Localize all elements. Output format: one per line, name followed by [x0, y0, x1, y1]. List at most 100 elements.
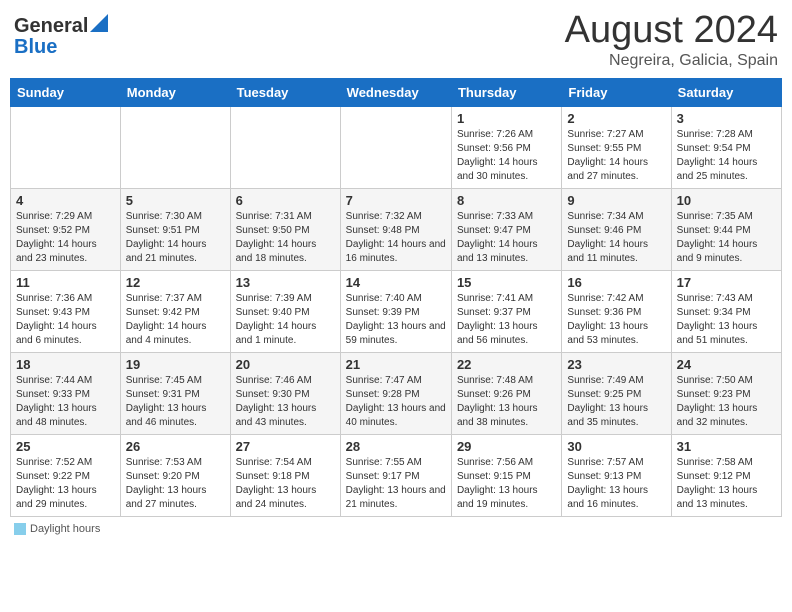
day-info: Sunrise: 7:44 AM Sunset: 9:33 PM Dayligh… — [16, 374, 115, 430]
day-number: 21 — [346, 357, 446, 372]
calendar-cell — [230, 106, 340, 188]
calendar-cell: 28 Sunrise: 7:55 AM Sunset: 9:17 PM Dayli… — [340, 434, 451, 516]
calendar-cell: 26 Sunrise: 7:53 AM Sunset: 9:20 PM Dayli… — [120, 434, 230, 516]
day-number: 16 — [567, 275, 665, 290]
calendar-week-row: 1 Sunrise: 7:26 AM Sunset: 9:56 PM Daylig… — [11, 106, 782, 188]
day-info: Sunrise: 7:53 AM Sunset: 9:20 PM Dayligh… — [126, 456, 225, 512]
calendar-cell — [11, 106, 121, 188]
calendar-cell: 30 Sunrise: 7:57 AM Sunset: 9:13 PM Dayli… — [562, 434, 671, 516]
calendar-cell: 12 Sunrise: 7:37 AM Sunset: 9:42 PM Dayli… — [120, 270, 230, 352]
day-number: 4 — [16, 193, 115, 208]
day-number: 24 — [677, 357, 776, 372]
day-number: 18 — [16, 357, 115, 372]
day-info: Sunrise: 7:42 AM Sunset: 9:36 PM Dayligh… — [567, 292, 665, 348]
calendar-cell: 4 Sunrise: 7:29 AM Sunset: 9:52 PM Daylig… — [11, 188, 121, 270]
calendar-cell: 10Sunrise: 7:35 AM Sunset: 9:44 PM Dayli… — [671, 188, 781, 270]
day-number: 5 — [126, 193, 225, 208]
title-section: August 2024 Negreira, Galicia, Spain — [565, 10, 778, 70]
header-monday: Monday — [120, 78, 230, 106]
calendar-cell: 29Sunrise: 7:56 AM Sunset: 9:15 PM Dayli… — [451, 434, 561, 516]
day-number: 30 — [567, 439, 665, 454]
calendar-cell: 16 Sunrise: 7:42 AM Sunset: 9:36 PM Dayli… — [562, 270, 671, 352]
day-info: Sunrise: 7:39 AM Sunset: 9:40 PM Dayligh… — [236, 292, 335, 348]
calendar-cell: 20 Sunrise: 7:46 AM Sunset: 9:30 PM Dayli… — [230, 352, 340, 434]
day-number: 15 — [457, 275, 556, 290]
calendar-week-row: 25 Sunrise: 7:52 AM Sunset: 9:22 PM Dayli… — [11, 434, 782, 516]
day-number: 19 — [126, 357, 225, 372]
day-number: 2 — [567, 111, 665, 126]
day-info: Sunrise: 7:30 AM Sunset: 9:51 PM Dayligh… — [126, 210, 225, 266]
page-header: General Blue August 2024 Negreira, Galic… — [10, 10, 782, 70]
day-info: Sunrise: 7:41 AM Sunset: 9:37 PM Dayligh… — [457, 292, 556, 348]
day-info: Sunrise: 7:55 AM Sunset: 9:17 PM Dayligh… — [346, 456, 446, 512]
day-number: 1 — [457, 111, 556, 126]
day-info: Sunrise: 7:31 AM Sunset: 9:50 PM Dayligh… — [236, 210, 335, 266]
calendar-cell: 5 Sunrise: 7:30 AM Sunset: 9:51 PM Daylig… — [120, 188, 230, 270]
day-number: 17 — [677, 275, 776, 290]
day-info: Sunrise: 7:46 AM Sunset: 9:30 PM Dayligh… — [236, 374, 335, 430]
day-number: 7 — [346, 193, 446, 208]
location: Negreira, Galicia, Spain — [565, 52, 778, 70]
day-info: Sunrise: 7:57 AM Sunset: 9:13 PM Dayligh… — [567, 456, 665, 512]
calendar-cell: 17 Sunrise: 7:43 AM Sunset: 9:34 PM Dayli… — [671, 270, 781, 352]
calendar-week-row: 4 Sunrise: 7:29 AM Sunset: 9:52 PM Daylig… — [11, 188, 782, 270]
day-info: Sunrise: 7:58 AM Sunset: 9:12 PM Dayligh… — [677, 456, 776, 512]
day-number: 28 — [346, 439, 446, 454]
calendar-cell: 19 Sunrise: 7:45 AM Sunset: 9:31 PM Dayli… — [120, 352, 230, 434]
day-info: Sunrise: 7:40 AM Sunset: 9:39 PM Dayligh… — [346, 292, 446, 348]
calendar-cell: 11Sunrise: 7:36 AM Sunset: 9:43 PM Dayli… — [11, 270, 121, 352]
day-info: Sunrise: 7:35 AM Sunset: 9:44 PM Dayligh… — [677, 210, 776, 266]
calendar-cell: 18 Sunrise: 7:44 AM Sunset: 9:33 PM Dayli… — [11, 352, 121, 434]
calendar-cell — [120, 106, 230, 188]
day-info: Sunrise: 7:43 AM Sunset: 9:34 PM Dayligh… — [677, 292, 776, 348]
day-number: 26 — [126, 439, 225, 454]
month-title: August 2024 — [565, 10, 778, 52]
day-number: 31 — [677, 439, 776, 454]
calendar-footer: Daylight hours — [10, 523, 782, 535]
calendar-cell: 2 Sunrise: 7:27 AM Sunset: 9:55 PM Daylig… — [562, 106, 671, 188]
day-number: 22 — [457, 357, 556, 372]
day-info: Sunrise: 7:26 AM Sunset: 9:56 PM Dayligh… — [457, 128, 556, 184]
day-number: 8 — [457, 193, 556, 208]
logo-triangle-icon — [90, 14, 108, 32]
day-info: Sunrise: 7:52 AM Sunset: 9:22 PM Dayligh… — [16, 456, 115, 512]
logo: General Blue — [14, 14, 108, 57]
logo-blue: Blue — [14, 37, 57, 57]
calendar-cell: 25 Sunrise: 7:52 AM Sunset: 9:22 PM Dayli… — [11, 434, 121, 516]
day-info: Sunrise: 7:33 AM Sunset: 9:47 PM Dayligh… — [457, 210, 556, 266]
day-number: 20 — [236, 357, 335, 372]
header-tuesday: Tuesday — [230, 78, 340, 106]
day-number: 29 — [457, 439, 556, 454]
day-info: Sunrise: 7:37 AM Sunset: 9:42 PM Dayligh… — [126, 292, 225, 348]
daylight-icon — [14, 523, 26, 535]
header-friday: Friday — [562, 78, 671, 106]
calendar-cell: 13Sunrise: 7:39 AM Sunset: 9:40 PM Dayli… — [230, 270, 340, 352]
calendar-table: SundayMondayTuesdayWednesdayThursdayFrid… — [10, 78, 782, 517]
day-info: Sunrise: 7:47 AM Sunset: 9:28 PM Dayligh… — [346, 374, 446, 430]
day-info: Sunrise: 7:50 AM Sunset: 9:23 PM Dayligh… — [677, 374, 776, 430]
header-saturday: Saturday — [671, 78, 781, 106]
day-number: 27 — [236, 439, 335, 454]
day-info: Sunrise: 7:27 AM Sunset: 9:55 PM Dayligh… — [567, 128, 665, 184]
day-info: Sunrise: 7:45 AM Sunset: 9:31 PM Dayligh… — [126, 374, 225, 430]
day-info: Sunrise: 7:34 AM Sunset: 9:46 PM Dayligh… — [567, 210, 665, 266]
daylight-legend: Daylight hours — [14, 523, 100, 535]
day-info: Sunrise: 7:32 AM Sunset: 9:48 PM Dayligh… — [346, 210, 446, 266]
calendar-cell: 15 Sunrise: 7:41 AM Sunset: 9:37 PM Dayli… — [451, 270, 561, 352]
calendar-cell — [340, 106, 451, 188]
calendar-cell: 23Sunrise: 7:49 AM Sunset: 9:25 PM Dayli… — [562, 352, 671, 434]
day-info: Sunrise: 7:29 AM Sunset: 9:52 PM Dayligh… — [16, 210, 115, 266]
day-number: 9 — [567, 193, 665, 208]
day-info: Sunrise: 7:49 AM Sunset: 9:25 PM Dayligh… — [567, 374, 665, 430]
day-number: 11 — [16, 275, 115, 290]
day-number: 25 — [16, 439, 115, 454]
daylight-label: Daylight hours — [30, 523, 100, 535]
calendar-week-row: 11Sunrise: 7:36 AM Sunset: 9:43 PM Dayli… — [11, 270, 782, 352]
calendar-cell: 27Sunrise: 7:54 AM Sunset: 9:18 PM Dayli… — [230, 434, 340, 516]
day-info: Sunrise: 7:28 AM Sunset: 9:54 PM Dayligh… — [677, 128, 776, 184]
day-number: 12 — [126, 275, 225, 290]
calendar-cell: 7 Sunrise: 7:32 AM Sunset: 9:48 PM Daylig… — [340, 188, 451, 270]
calendar-cell: 21 Sunrise: 7:47 AM Sunset: 9:28 PM Dayli… — [340, 352, 451, 434]
day-number: 14 — [346, 275, 446, 290]
day-number: 6 — [236, 193, 335, 208]
